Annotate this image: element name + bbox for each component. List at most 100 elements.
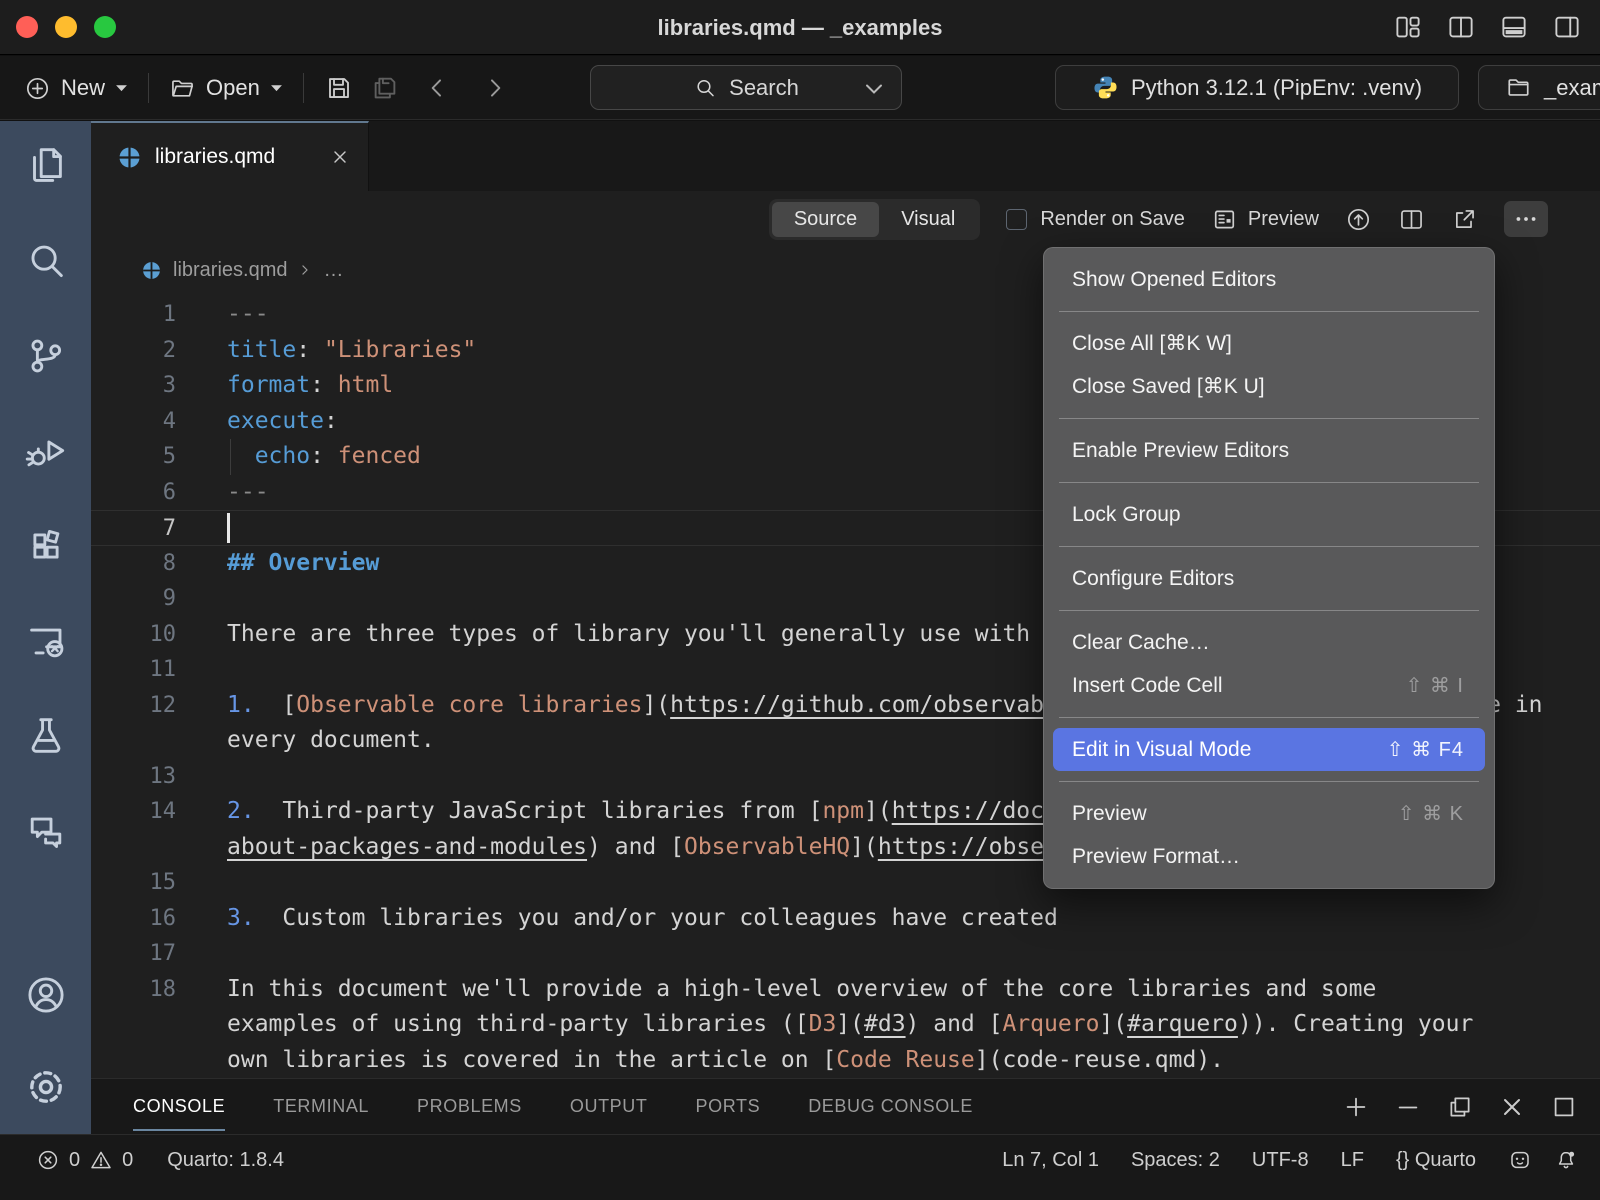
cursor-position-status[interactable]: Ln 7, Col 1 (1002, 1144, 1099, 1176)
window-title: libraries.qmd — _examples (0, 0, 1600, 55)
line-number: 3 (91, 368, 176, 404)
panel-tab-console[interactable]: CONSOLE (133, 1079, 225, 1134)
project-selector[interactable]: _examples (1478, 65, 1600, 110)
render-arrow-up-icon[interactable] (1345, 206, 1372, 233)
preview-button[interactable]: Preview (1211, 206, 1319, 233)
split-editor-icon[interactable] (1398, 206, 1425, 233)
render-on-save-toggle[interactable]: Render on Save (1006, 208, 1185, 231)
toggle-secondary-sidebar-icon[interactable] (1552, 12, 1582, 42)
line-number: 2 (91, 333, 176, 369)
menu-item-clear-cache[interactable]: Clear Cache… (1044, 621, 1494, 664)
menu-item-close-all-k-w[interactable]: Close All [⌘K W] (1044, 322, 1494, 365)
search-icon[interactable] (23, 238, 69, 284)
line-number: 15 (91, 865, 176, 901)
forward-icon[interactable] (482, 75, 508, 101)
close-icon[interactable] (330, 147, 350, 167)
mode-source-button[interactable]: Source (772, 202, 879, 237)
tab-bar: libraries.qmd (91, 121, 1600, 191)
menu-item-configure-editors[interactable]: Configure Editors (1044, 557, 1494, 600)
cursor-position-label: Ln 7, Col 1 (1002, 1149, 1099, 1172)
panel-tab-terminal[interactable]: TERMINAL (273, 1079, 369, 1134)
explorer-icon[interactable] (23, 143, 69, 189)
indentation-status[interactable]: Spaces: 2 (1131, 1144, 1220, 1176)
split-editor-icon[interactable] (1446, 12, 1476, 42)
account-icon[interactable] (23, 972, 69, 1018)
line-number: 9 (91, 581, 176, 617)
add-icon[interactable] (1342, 1093, 1370, 1121)
save-all-icon[interactable] (370, 73, 400, 103)
close-icon[interactable] (1498, 1093, 1526, 1121)
editor-actions-context-menu: Show Opened Editors Close All [⌘K W]Close… (1043, 247, 1495, 889)
menu-item-label: Configure Editors (1072, 567, 1234, 591)
eol-status[interactable]: LF (1341, 1144, 1364, 1176)
checkbox-icon[interactable] (1006, 209, 1027, 230)
maximize-panel-icon[interactable] (1550, 1093, 1578, 1121)
remote-explorer-icon[interactable] (23, 618, 69, 664)
code-line: examples of using third-party libraries … (91, 1007, 1600, 1043)
line-number (91, 830, 176, 866)
chevron-down-icon (270, 84, 283, 93)
menu-item-preview-format[interactable]: Preview Format… (1044, 835, 1494, 878)
menu-item-edit-in-visual-mode[interactable]: Edit in Visual Mode⇧ ⌘ F4 (1053, 728, 1485, 771)
code-line-text: every document. (227, 723, 435, 759)
line-number: 7 (91, 511, 176, 545)
panel-tab-debug-console[interactable]: DEBUG CONSOLE (808, 1079, 973, 1134)
menu-item-lock-group[interactable]: Lock Group (1044, 493, 1494, 536)
save-icon[interactable] (324, 73, 354, 103)
new-button[interactable]: New (24, 75, 128, 102)
code-line-text: ## Overview (227, 546, 379, 582)
panel-tab-ports[interactable]: PORTS (696, 1079, 761, 1134)
search-placeholder: Search (729, 75, 799, 101)
new-button-label: New (61, 75, 105, 101)
minimize-icon[interactable] (1394, 1093, 1422, 1121)
quarto-version-status[interactable]: Quarto: 1.8.4 (167, 1144, 284, 1176)
menu-item-insert-code-cell[interactable]: Insert Code Cell⇧ ⌘ I (1044, 664, 1494, 707)
layout-grid-icon[interactable] (1393, 12, 1423, 42)
panel-tabs: CONSOLE TERMINAL PROBLEMS OUTPUT PORTS DEBUG … (133, 1079, 973, 1134)
more-actions-button[interactable] (1504, 201, 1548, 237)
mode-visual-button[interactable]: Visual (879, 202, 977, 237)
editor-action-bar: Source Visual Render on Save Preview (91, 191, 1600, 247)
menu-separator (1059, 781, 1479, 782)
testing-icon[interactable] (23, 713, 69, 759)
folder-open-icon (169, 75, 196, 102)
feedback-status[interactable] (1508, 1144, 1532, 1176)
open-external-icon[interactable] (1451, 206, 1478, 233)
panel-tab-output[interactable]: OUTPUT (570, 1079, 648, 1134)
source-control-icon[interactable] (23, 333, 69, 379)
settings-icon[interactable] (23, 1064, 69, 1110)
menu-item-label: Show Opened Editors (1072, 268, 1276, 292)
menu-separator (1059, 717, 1479, 718)
status-bar: 0 0 Quarto: 1.8.4 Ln 7, Col 1 Spaces: 2 … (0, 1134, 1600, 1200)
tab-libraries-qmd[interactable]: libraries.qmd (91, 121, 369, 191)
line-number (91, 1007, 176, 1043)
breadcrumb-ellipsis[interactable]: … (323, 259, 343, 282)
menu-item-close-saved-k-u[interactable]: Close Saved [⌘K U] (1044, 365, 1494, 408)
run-debug-icon[interactable] (23, 428, 69, 474)
interpreter-selector[interactable]: Python 3.12.1 (PipEnv: .venv) (1055, 65, 1459, 110)
notifications-status[interactable] (1554, 1144, 1578, 1176)
menu-item-enable-preview-editors[interactable]: Enable Preview Editors (1044, 429, 1494, 472)
problems-status[interactable]: 0 0 (36, 1144, 133, 1176)
menu-item-show-opened-editors[interactable]: Show Opened Editors (1044, 258, 1494, 301)
mode-toggle: Source Visual (769, 199, 981, 240)
menu-item-preview[interactable]: Preview⇧ ⌘ K (1044, 792, 1494, 835)
line-number (91, 723, 176, 759)
feedback-smiley-icon (1508, 1148, 1532, 1172)
search-input[interactable]: Search (590, 65, 902, 110)
language-mode-status[interactable]: {} Quarto (1396, 1144, 1476, 1176)
line-number: 13 (91, 759, 176, 795)
back-icon[interactable] (424, 75, 450, 101)
folder-icon (1505, 74, 1532, 101)
encoding-status[interactable]: UTF-8 (1252, 1144, 1309, 1176)
comments-icon[interactable] (23, 808, 69, 854)
open-button[interactable]: Open (169, 75, 283, 102)
line-number: 14 (91, 794, 176, 830)
menu-separator (1059, 482, 1479, 483)
panel-tab-problems[interactable]: PROBLEMS (417, 1079, 522, 1134)
restore-icon[interactable] (1446, 1093, 1474, 1121)
extensions-icon[interactable] (23, 523, 69, 569)
toggle-panel-icon[interactable] (1499, 12, 1529, 42)
breadcrumb-file[interactable]: libraries.qmd (173, 259, 287, 282)
plus-circle-icon (24, 75, 51, 102)
